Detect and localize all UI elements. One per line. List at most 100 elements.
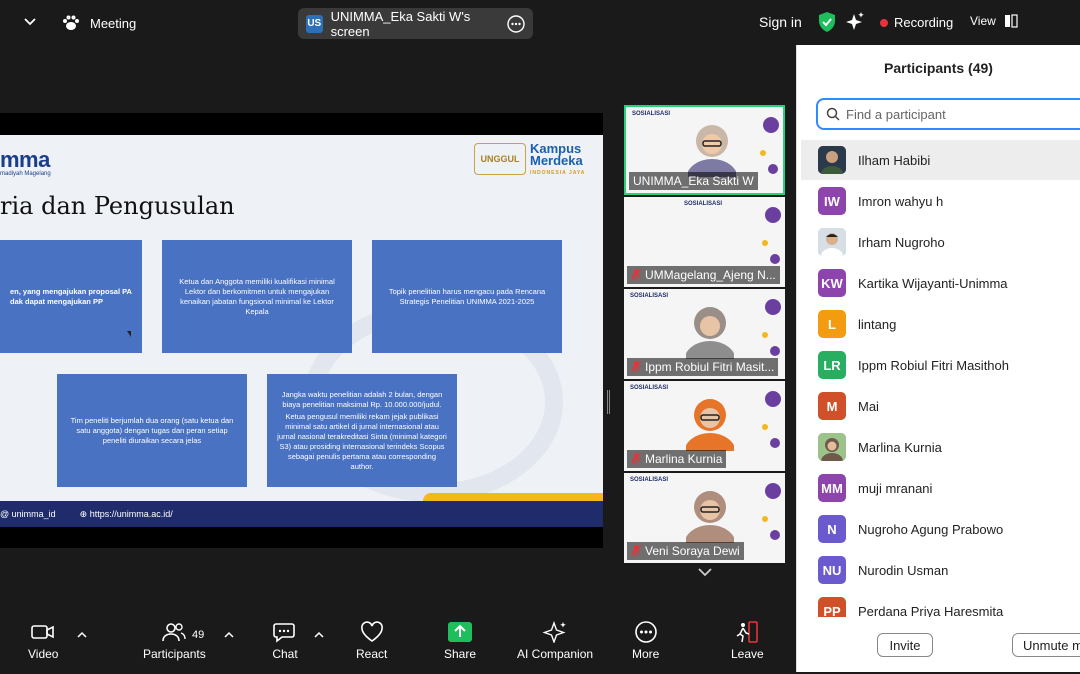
avatar: KW — [818, 269, 846, 297]
kampus-merdeka-subtext: INDONESIA JAYA — [530, 170, 586, 176]
video-button[interactable]: Video — [28, 621, 58, 661]
video-camera-icon — [31, 625, 55, 639]
chat-options-caret-icon[interactable] — [314, 631, 324, 639]
video-tile[interactable]: SOSIALISASI UNIMMA_Eka Sakti W — [624, 105, 785, 195]
resize-handle[interactable] — [607, 390, 610, 414]
avatar: M — [818, 392, 846, 420]
tile-name-label: UNIMMA_Eka Sakti W — [629, 172, 758, 190]
unmute-me-button[interactable]: Unmute me — [1012, 633, 1080, 657]
unimma-logo: mma — [0, 147, 50, 172]
slide-footer-accent — [423, 493, 603, 501]
video-tile[interactable]: SOSIALISASI Veni Soraya Dewi — [624, 473, 785, 563]
mic-muted-icon — [631, 453, 641, 465]
participant-row[interactable]: N Nugroho Agung Prabowo — [801, 509, 1080, 549]
invite-button[interactable]: Invite — [877, 633, 933, 657]
criteria-box-4: Tim peneliti berjumlah dua orang (satu k… — [57, 374, 247, 487]
ai-companion-label: AI Companion — [517, 647, 594, 661]
react-button[interactable]: React — [356, 621, 387, 661]
dot-pattern-decoration — [762, 299, 781, 356]
chevron-down-icon[interactable] — [20, 12, 40, 32]
more-label: More — [632, 647, 660, 661]
avatar: NU — [818, 556, 846, 584]
grid-icon — [1004, 14, 1018, 28]
participants-button[interactable]: Participants — [143, 621, 206, 661]
participant-name: Mai — [858, 398, 879, 414]
screen-share-pill[interactable]: US UNIMMA_Eka Sakti W's screen — [298, 8, 533, 39]
heart-icon — [360, 621, 383, 642]
participant-name: Nugroho Agung Prabowo — [858, 521, 1004, 537]
participant-name: muji mranani — [858, 480, 933, 496]
sharer-avatar: US — [306, 14, 323, 33]
shield-check-icon[interactable] — [817, 11, 837, 33]
dot-pattern-decoration — [762, 483, 781, 540]
participant-row[interactable]: LR Ippm Robiul Fitri Masithoh — [801, 345, 1080, 385]
participant-row[interactable]: M Mai — [801, 386, 1080, 426]
top-bar: Meeting US UNIMMA_Eka Sakti W's screen S… — [0, 0, 1080, 45]
share-button[interactable]: Share — [444, 621, 476, 661]
participant-name: Ilham Habibi — [858, 152, 931, 168]
share-screen-icon — [448, 622, 473, 642]
search-input[interactable] — [846, 106, 1066, 122]
participant-list: Ilham Habibi IW Imron wahyu h Irham Nugr… — [797, 140, 1080, 618]
meeting-info[interactable]: Meeting — [62, 12, 136, 34]
participants-label: Participants — [143, 647, 206, 661]
scroll-down-chevron-icon[interactable] — [697, 565, 713, 579]
recording-indicator[interactable]: Recording — [880, 15, 953, 30]
meeting-label: Meeting — [90, 15, 137, 31]
tile-poster-text: SOSIALISASI — [684, 201, 723, 207]
participants-options-caret-icon[interactable] — [224, 631, 234, 639]
participant-video-person — [686, 491, 734, 543]
participant-row[interactable]: IW Imron wahyu h — [801, 181, 1080, 221]
participant-video-person — [686, 399, 734, 451]
avatar: N — [818, 515, 846, 543]
more-options-icon[interactable] — [507, 14, 525, 34]
mouse-cursor-icon — [127, 331, 131, 337]
sparkle-icon[interactable] — [845, 11, 865, 33]
criteria-box-2: Ketua dan Anggota memiliki kualifikasi m… — [162, 240, 352, 353]
video-options-caret-icon[interactable] — [77, 631, 87, 639]
tile-name-label: Ippm Robiul Fitri Masit... — [627, 358, 779, 376]
participant-name: Marlina Kurnia — [858, 439, 942, 455]
chat-button[interactable]: Chat — [272, 621, 298, 661]
video-tile[interactable]: SOSIALISASI Marlina Kurnia — [624, 381, 785, 471]
participant-row[interactable]: MM muji mranani — [801, 468, 1080, 508]
participants-icon — [162, 623, 187, 642]
chat-label: Chat — [272, 647, 298, 661]
participant-video-person — [686, 307, 734, 359]
view-button[interactable]: View — [970, 14, 1018, 28]
meeting-toolbar: Video Participants 49 Chat React Share A… — [0, 615, 796, 674]
participant-row[interactable]: Marlina Kurnia — [801, 427, 1080, 467]
dot-pattern-decoration — [762, 391, 781, 448]
participant-row[interactable]: PP Perdana Priya Haresmita — [801, 591, 1080, 618]
mic-muted-icon — [631, 269, 641, 281]
tile-poster-text: SOSIALISASI — [630, 385, 669, 391]
leave-label: Leave — [731, 647, 764, 661]
chat-icon — [273, 623, 295, 643]
participant-name: lintang — [858, 316, 897, 332]
participant-row[interactable]: Irham Nugroho — [801, 222, 1080, 262]
zoom-meeting-window: Meeting US UNIMMA_Eka Sakti W's screen S… — [0, 0, 1080, 674]
mic-muted-icon — [631, 545, 641, 557]
video-tile[interactable]: SOSIALISASI UMMagelang_Ajeng N... — [624, 197, 785, 287]
participant-search[interactable] — [816, 98, 1080, 130]
shared-screen-area: mma madiyah Magelang UNGGUL Kampus Merde… — [0, 45, 610, 615]
more-button[interactable]: More — [632, 621, 659, 661]
avatar: IW — [818, 187, 846, 215]
participant-name: Perdana Priya Haresmita — [858, 603, 1004, 619]
participant-row[interactable]: KW Kartika Wijayanti-Unimma — [801, 263, 1080, 303]
participant-row[interactable]: L lintang — [801, 304, 1080, 344]
share-label: UNIMMA_Eka Sakti W's screen — [330, 8, 471, 39]
sign-in-link[interactable]: Sign in — [759, 14, 802, 30]
leave-button[interactable]: Leave — [731, 621, 764, 661]
participant-row[interactable]: NU Nurodin Usman — [801, 550, 1080, 590]
ai-companion-button[interactable]: AI Companion — [517, 621, 593, 661]
video-tile[interactable]: SOSIALISASI Ippm Robiul Fitri Masit... — [624, 289, 785, 379]
participants-count-badge: 49 — [192, 629, 205, 641]
website-url: ⊕ https://unimma.ac.id/ — [79, 508, 173, 519]
paw-icon — [63, 15, 79, 30]
participants-panel: Participants (49) Ilham Habibi IW Imron … — [796, 45, 1080, 672]
more-icon — [634, 621, 657, 643]
criteria-box-3: Topik penelitian harus mengacu pada Renc… — [372, 240, 562, 353]
share-label: Share — [444, 647, 477, 661]
participant-row[interactable]: Ilham Habibi — [801, 140, 1080, 180]
